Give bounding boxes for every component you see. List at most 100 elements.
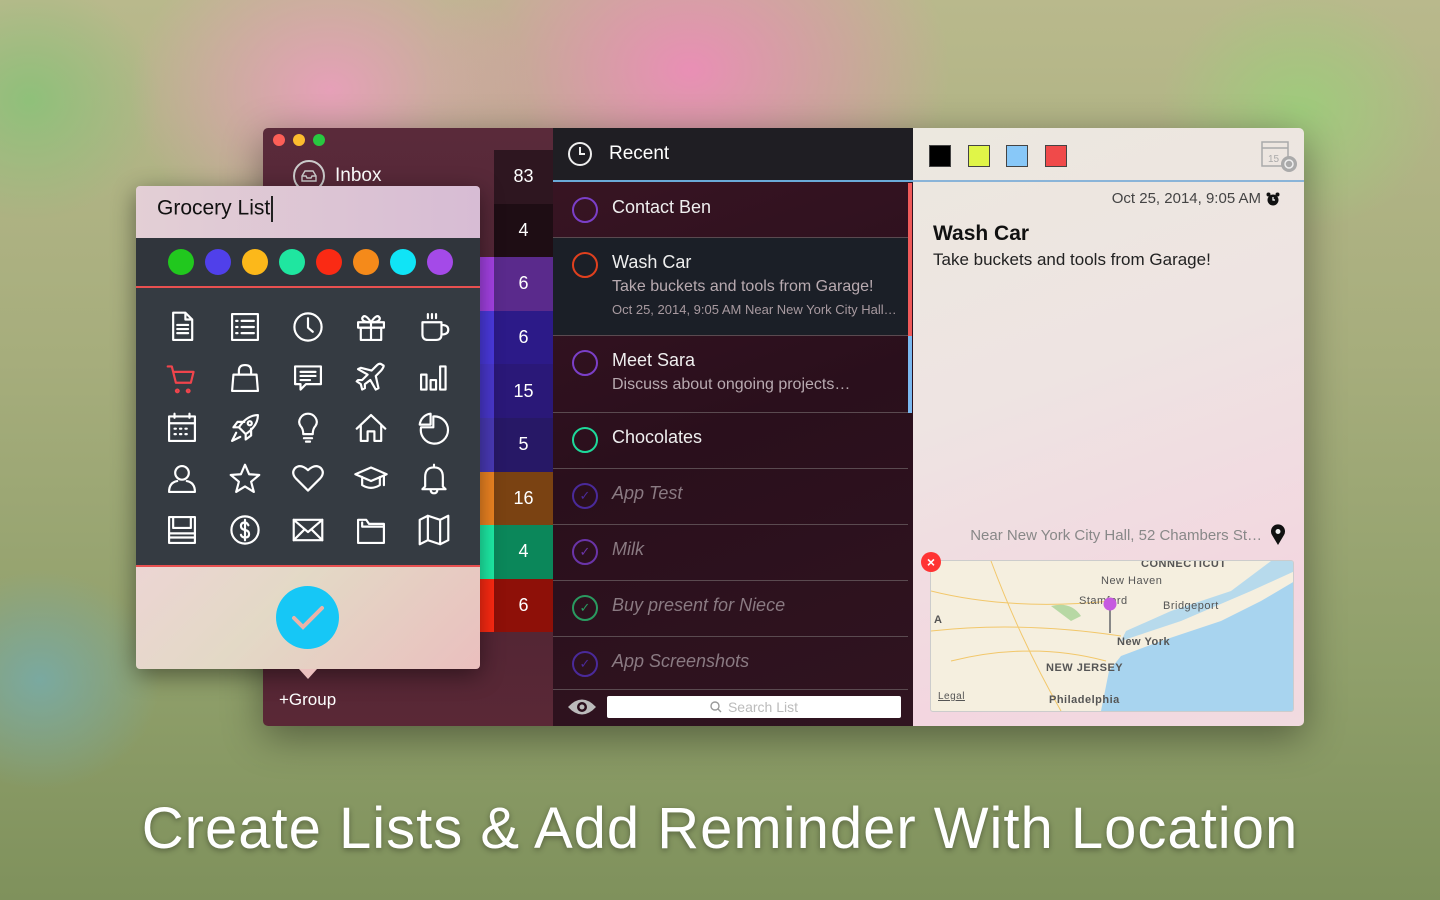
remove-location-button[interactable]: × <box>921 552 941 572</box>
color-option[interactable] <box>390 249 416 275</box>
list-name-value: Grocery List <box>157 196 271 220</box>
calendar-repeat-button[interactable]: 15 <box>1260 138 1298 179</box>
icon-option[interactable] <box>150 454 213 505</box>
group-count-badge[interactable]: 6 <box>494 310 553 365</box>
icon-option[interactable] <box>276 504 339 555</box>
complete-checkbox[interactable] <box>572 350 598 376</box>
icon-option[interactable] <box>340 504 403 555</box>
reminder-row[interactable]: Contact Ben <box>553 183 908 238</box>
color-option[interactable] <box>279 249 305 275</box>
group-count-badge[interactable]: 5 <box>494 418 553 472</box>
color-option[interactable] <box>316 249 342 275</box>
color-option[interactable] <box>205 249 231 275</box>
list-name-input[interactable]: Grocery List <box>136 186 480 238</box>
complete-checkbox[interactable]: ✓ <box>572 539 598 565</box>
reminder-row[interactable]: ✓ Milk <box>553 525 908 581</box>
group-color-stripe <box>480 471 494 526</box>
icon-option[interactable] <box>340 353 403 404</box>
reminder-note: Discuss about ongoing projects… <box>612 376 851 393</box>
icon-option[interactable] <box>150 302 213 353</box>
zoom-window-button[interactable] <box>313 134 325 146</box>
icon-option[interactable] <box>150 353 213 404</box>
eye-icon[interactable] <box>567 698 597 716</box>
alarm-clock-icon <box>1266 192 1280 205</box>
complete-checkbox[interactable]: ✓ <box>572 595 598 621</box>
icon-option[interactable] <box>213 454 276 505</box>
home-icon <box>355 414 387 443</box>
color-swatch[interactable] <box>967 145 990 167</box>
icon-option[interactable] <box>340 302 403 353</box>
group-count-badge[interactable]: 83 <box>494 150 553 204</box>
group-count-badge[interactable]: 16 <box>494 471 553 526</box>
location-map[interactable]: CONNECTICUT New Haven Stamford Bridgepor… <box>930 560 1294 712</box>
minimize-window-button[interactable] <box>293 134 305 146</box>
complete-checkbox[interactable] <box>572 252 598 278</box>
reminder-text: Buy present for Niece <box>612 595 785 636</box>
icon-option[interactable] <box>403 403 466 454</box>
color-swatch[interactable] <box>1044 145 1067 167</box>
icon-option[interactable] <box>276 403 339 454</box>
reminder-text: Chocolates <box>612 427 702 468</box>
icon-option[interactable] <box>403 454 466 505</box>
color-option[interactable] <box>168 249 194 275</box>
group-count-badge[interactable]: 6 <box>494 257 553 311</box>
group-count-badge[interactable]: 4 <box>494 525 553 579</box>
search-input[interactable]: Search List <box>607 696 901 718</box>
list-title: Recent <box>609 143 670 164</box>
color-swatch[interactable] <box>1006 145 1028 167</box>
reminder-note[interactable]: Take buckets and tools from Garage! <box>933 250 1211 270</box>
group-count-badge[interactable]: 15 <box>494 364 553 418</box>
map-label: NEW JERSEY <box>1046 662 1124 674</box>
svg-text:15: 15 <box>1268 154 1280 165</box>
reminder-location[interactable]: Near New York City Hall, 52 Chambers St… <box>970 524 1286 546</box>
group-count-badge[interactable]: 4 <box>494 203 553 258</box>
reminder-text: Contact Ben <box>612 197 711 237</box>
detail-toolbar: 15 <box>913 128 1304 182</box>
checkmark-icon: ✓ <box>579 544 591 559</box>
search-icon <box>710 701 722 713</box>
reminder-row[interactable]: ✓ Buy present for Niece <box>553 581 908 637</box>
reminder-row[interactable]: Wash Car Take buckets and tools from Gara… <box>553 238 908 336</box>
complete-checkbox[interactable] <box>572 197 598 223</box>
color-option[interactable] <box>427 249 453 275</box>
icon-option[interactable] <box>213 302 276 353</box>
icon-option[interactable] <box>403 353 466 404</box>
map-legal-link[interactable]: Legal <box>938 691 965 702</box>
icon-option[interactable] <box>276 454 339 505</box>
color-option[interactable] <box>353 249 379 275</box>
complete-checkbox[interactable]: ✓ <box>572 483 598 509</box>
add-group-button[interactable]: +Group <box>279 690 336 710</box>
complete-checkbox[interactable] <box>572 427 598 453</box>
reminder-row[interactable]: Meet Sara Discuss about ongoing projects… <box>553 336 908 413</box>
icon-option[interactable] <box>340 403 403 454</box>
reminder-row[interactable]: ✓ App Test <box>553 469 908 525</box>
color-swatch[interactable] <box>929 145 951 167</box>
icon-option[interactable] <box>403 504 466 555</box>
color-picker <box>136 238 480 288</box>
group-color-stripe <box>480 310 494 365</box>
reminder-row[interactable]: Chocolates <box>553 413 908 469</box>
icon-option[interactable] <box>213 403 276 454</box>
reminder-text: Meet Sara Discuss about ongoing projects… <box>612 350 850 412</box>
icon-option[interactable] <box>340 454 403 505</box>
reminder-date[interactable]: Oct 25, 2014, 9:05 AM <box>1112 190 1280 207</box>
reminder-row[interactable]: ✓ App Screenshots <box>553 637 908 690</box>
complete-checkbox[interactable]: ✓ <box>572 651 598 677</box>
icon-option[interactable] <box>213 504 276 555</box>
cart-icon <box>166 365 195 394</box>
icon-option[interactable] <box>276 302 339 353</box>
reminder-title[interactable]: Wash Car <box>933 222 1029 246</box>
new-list-popover: Grocery List <box>136 186 480 679</box>
group-count-badge[interactable]: 6 <box>494 578 553 633</box>
icon-option[interactable] <box>150 403 213 454</box>
popover-footer <box>136 567 480 669</box>
reminder-title: Milk <box>612 539 644 559</box>
icon-option[interactable] <box>213 353 276 404</box>
close-window-button[interactable] <box>273 134 285 146</box>
confirm-button[interactable] <box>276 586 339 649</box>
icon-option[interactable] <box>276 353 339 404</box>
color-option[interactable] <box>242 249 268 275</box>
icon-option[interactable] <box>403 302 466 353</box>
icon-option[interactable] <box>150 504 213 555</box>
reminder-title: Buy present for Niece <box>612 595 786 615</box>
